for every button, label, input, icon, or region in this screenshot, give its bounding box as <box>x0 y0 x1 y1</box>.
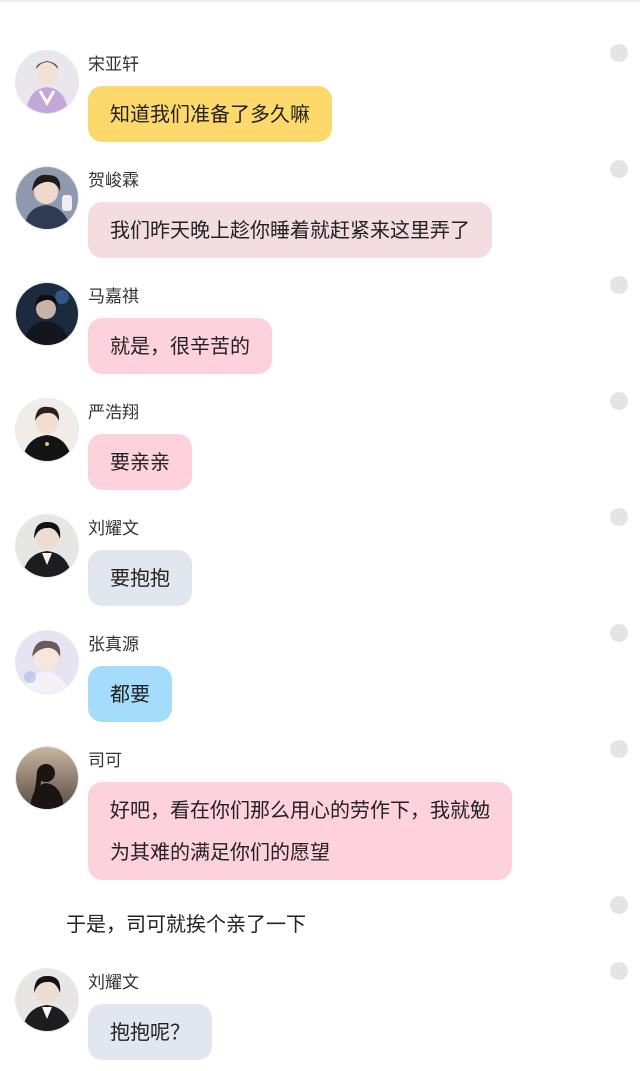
sender-name: 贺峻霖 <box>88 171 139 191</box>
avatar[interactable] <box>16 167 78 229</box>
avatar[interactable] <box>16 631 78 693</box>
message-bubble[interactable]: 要抱抱 <box>88 550 192 606</box>
avatar-black-outfit-icon <box>16 399 78 461</box>
avatar-dark-hair-icon <box>16 167 78 229</box>
message-line: 为其难的满足你们的愿望 <box>110 840 330 864</box>
avatar[interactable] <box>16 283 78 345</box>
avatar[interactable] <box>16 747 78 809</box>
more-options-dot-icon[interactable] <box>610 160 628 178</box>
more-options-dot-icon[interactable] <box>610 624 628 642</box>
message-line: 好吧，看在你们那么用心的劳作下，我就勉 <box>110 798 490 822</box>
sender-name: 马嘉祺 <box>88 287 139 307</box>
more-options-dot-icon[interactable] <box>610 896 628 914</box>
avatar[interactable] <box>16 969 78 1031</box>
avatar-suit-icon <box>16 515 78 577</box>
avatar-dark-night-icon <box>16 283 78 345</box>
sender-name: 刘耀文 <box>88 973 139 993</box>
avatar-silhouette-icon <box>16 747 78 809</box>
more-options-dot-icon[interactable] <box>610 276 628 294</box>
sender-name: 宋亚轩 <box>88 55 139 75</box>
avatar-suit-icon <box>16 969 78 1031</box>
message-bubble[interactable]: 好吧，看在你们那么用心的劳作下，我就勉 为其难的满足你们的愿望 <box>88 782 512 880</box>
sender-name: 刘耀文 <box>88 519 139 539</box>
more-options-dot-icon[interactable] <box>610 508 628 526</box>
chat-thread[interactable]: 宋亚轩 知道我们准备了多久嘛 贺峻霖 我们昨天晚上趁你睡着就赶紧来这里弄了 马嘉… <box>0 0 640 1071</box>
more-options-dot-icon[interactable] <box>610 392 628 410</box>
sender-name: 张真源 <box>88 635 139 655</box>
more-options-dot-icon[interactable] <box>610 44 628 62</box>
avatar-light-icon <box>16 631 78 693</box>
message-bubble[interactable]: 我们昨天晚上趁你睡着就赶紧来这里弄了 <box>88 202 492 258</box>
message-bubble[interactable]: 都要 <box>88 666 172 722</box>
sender-name: 严浩翔 <box>88 403 139 423</box>
message-bubble[interactable]: 知道我们准备了多久嘛 <box>88 86 332 142</box>
message-bubble[interactable]: 抱抱呢？ <box>88 1004 212 1060</box>
more-options-dot-icon[interactable] <box>610 962 628 980</box>
message-bubble[interactable]: 要亲亲 <box>88 434 192 490</box>
message-bubble[interactable]: 就是，很辛苦的 <box>88 318 272 374</box>
avatar[interactable] <box>16 515 78 577</box>
narration-text: 于是，司可就挨个亲了一下 <box>66 912 306 936</box>
avatar[interactable] <box>16 51 78 113</box>
avatar-purple-sweater-icon <box>16 51 78 113</box>
avatar[interactable] <box>16 399 78 461</box>
more-options-dot-icon[interactable] <box>610 740 628 758</box>
sender-name: 司可 <box>88 751 122 771</box>
